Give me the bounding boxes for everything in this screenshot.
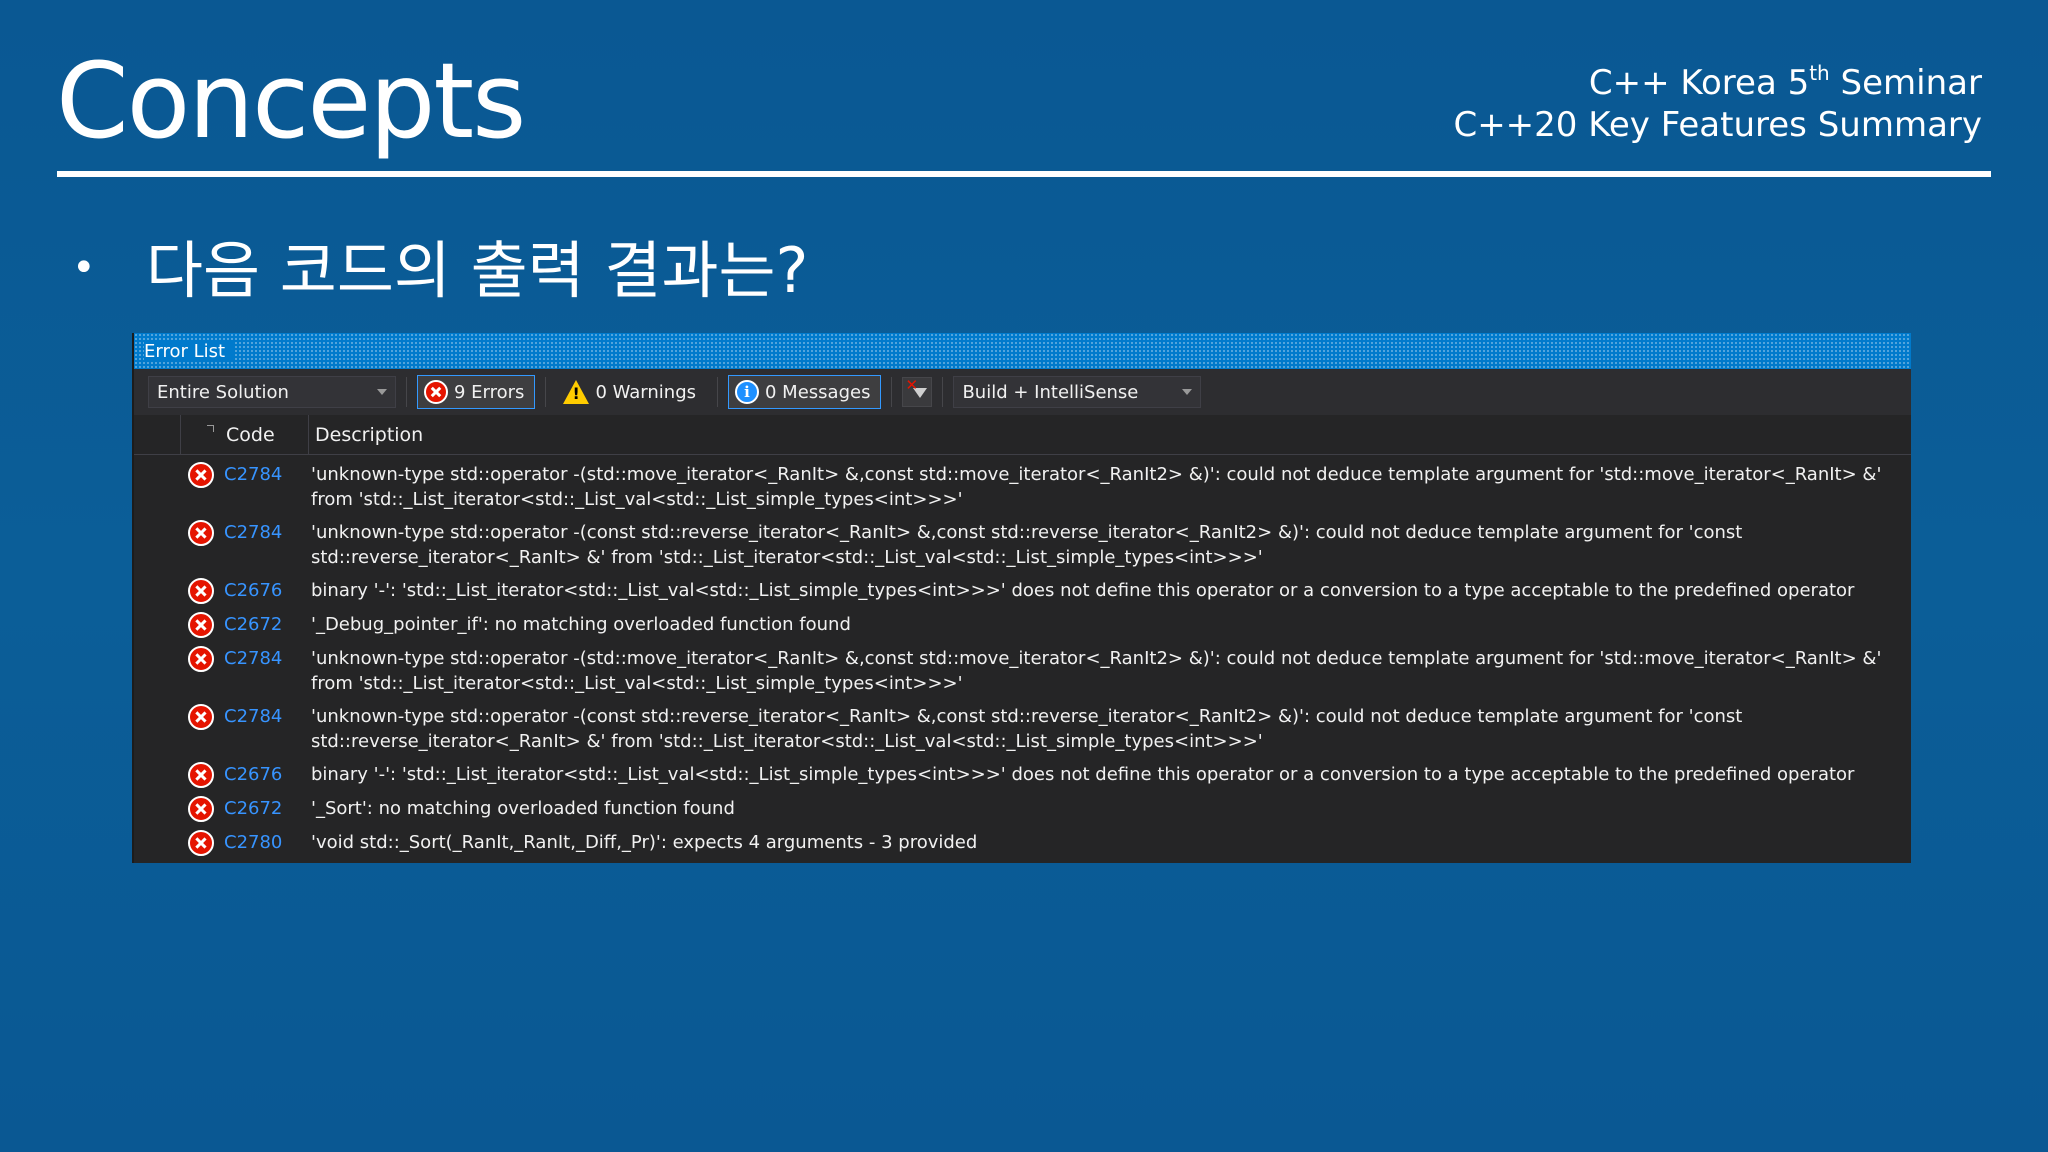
error-circle-icon [188, 704, 214, 730]
table-row[interactable]: C2676 binary '-': 'std::_List_iterator<s… [134, 758, 1911, 792]
error-circle-icon [188, 612, 214, 638]
error-code-link[interactable]: C2676 [224, 762, 309, 787]
errors-filter-button[interactable]: 9 Errors [417, 375, 536, 409]
error-list-titlebar[interactable]: Error List [134, 333, 1911, 369]
header-icon-column[interactable] [181, 415, 224, 454]
error-circle-icon [188, 520, 214, 546]
error-code-link[interactable]: C2780 [224, 830, 309, 855]
source-dropdown[interactable]: Build + IntelliSense [953, 376, 1202, 408]
error-code-link[interactable]: C2672 [224, 612, 309, 637]
toolbar-separator [545, 377, 547, 407]
error-code-link[interactable]: C2784 [224, 646, 309, 671]
error-description: 'unknown-type std::operator -(const std:… [311, 706, 1743, 752]
error-circle-icon [188, 578, 214, 604]
slide-title: Concepts [56, 40, 526, 162]
error-circle-icon [188, 796, 214, 822]
error-description: 'unknown-type std::operator -(std::move_… [311, 648, 1882, 694]
errors-count-label: 9 Errors [454, 381, 525, 403]
error-description: binary '-': 'std::_List_iterator<std::_L… [311, 580, 1855, 601]
bullet-point: • 다음 코드의 출력 결과는? [72, 220, 808, 310]
error-list-panel: Error List Entire Solution 9 Errors 0 Wa… [132, 333, 1911, 863]
error-description: binary '-': 'std::_List_iterator<std::_L… [311, 764, 1855, 785]
table-row[interactable]: C2784 'unknown-type std::operator -(std:… [134, 642, 1911, 700]
error-list-toolbar: Entire Solution 9 Errors 0 Warnings i 0 … [134, 369, 1911, 415]
error-description: '_Sort': no matching overloaded function… [311, 798, 735, 819]
title-divider [57, 171, 1991, 177]
error-circle-icon [188, 830, 214, 856]
error-description: 'unknown-type std::operator -(std::move_… [311, 464, 1882, 510]
chevron-down-icon [377, 389, 387, 395]
bullet-dot: • [72, 245, 96, 291]
subtitle-line-2: C++20 Key Features Summary [1453, 105, 1982, 145]
scope-value: Entire Solution [157, 381, 289, 403]
warning-triangle-icon [563, 380, 590, 404]
scope-dropdown[interactable]: Entire Solution [148, 376, 396, 408]
error-circle-icon [188, 762, 214, 788]
error-code-link[interactable]: C2784 [224, 462, 309, 487]
grid-header: Code Description [134, 415, 1911, 455]
error-list-title: Error List [144, 340, 234, 362]
source-value: Build + IntelliSense [962, 381, 1139, 403]
error-code-link[interactable]: C2784 [224, 704, 309, 729]
header-spacer [134, 415, 181, 454]
error-circle-icon [424, 380, 448, 404]
column-header-code[interactable]: Code [224, 415, 309, 454]
table-row[interactable]: C2672 '_Debug_pointer_if': no matching o… [134, 608, 1911, 642]
error-circle-icon [188, 462, 214, 488]
question-text: 다음 코드의 출력 결과는? [146, 234, 809, 307]
messages-count-label: 0 Messages [765, 381, 871, 403]
error-description: '_Debug_pointer_if': no matching overloa… [311, 614, 851, 635]
warnings-filter-button[interactable]: 0 Warnings [556, 375, 707, 409]
toolbar-separator [406, 377, 407, 407]
column-header-description[interactable]: Description [309, 424, 423, 446]
table-row[interactable]: C2676 binary '-': 'std::_List_iterator<s… [134, 574, 1911, 608]
chevron-down-icon [1182, 389, 1193, 395]
error-description: 'unknown-type std::operator -(const std:… [311, 522, 1743, 568]
error-circle-icon [188, 646, 214, 672]
messages-filter-button[interactable]: i 0 Messages [728, 375, 882, 409]
table-row[interactable]: C2784 'unknown-type std::operator -(cons… [134, 700, 1911, 758]
table-row[interactable]: C2784 'unknown-type std::operator -(cons… [134, 516, 1911, 574]
clear-filter-icon[interactable] [902, 376, 933, 407]
error-description: 'void std::_Sort(_RanIt,_RanIt,_Diff,_Pr… [311, 832, 978, 853]
subtitle-line-1: C++ Korea 5th Seminar [1588, 61, 1982, 103]
error-code-link[interactable]: C2672 [224, 796, 309, 821]
info-circle-icon: i [735, 380, 759, 404]
slide-subtitle: C++ Korea 5th Seminar C++20 Key Features… [1453, 62, 1982, 146]
error-code-link[interactable]: C2784 [224, 520, 309, 545]
warnings-count-label: 0 Warnings [595, 381, 696, 403]
table-row[interactable]: C2784 'unknown-type std::operator -(std:… [134, 458, 1911, 516]
table-row[interactable]: C2780 'void std::_Sort(_RanIt,_RanIt,_Di… [134, 826, 1911, 860]
toolbar-separator [942, 377, 944, 407]
table-row[interactable]: C2672 '_Sort': no matching overloaded fu… [134, 792, 1911, 826]
error-rows: C2784 'unknown-type std::operator -(std:… [134, 455, 1911, 860]
toolbar-separator [717, 377, 718, 407]
error-code-link[interactable]: C2676 [224, 578, 309, 603]
toolbar-separator [891, 377, 893, 407]
